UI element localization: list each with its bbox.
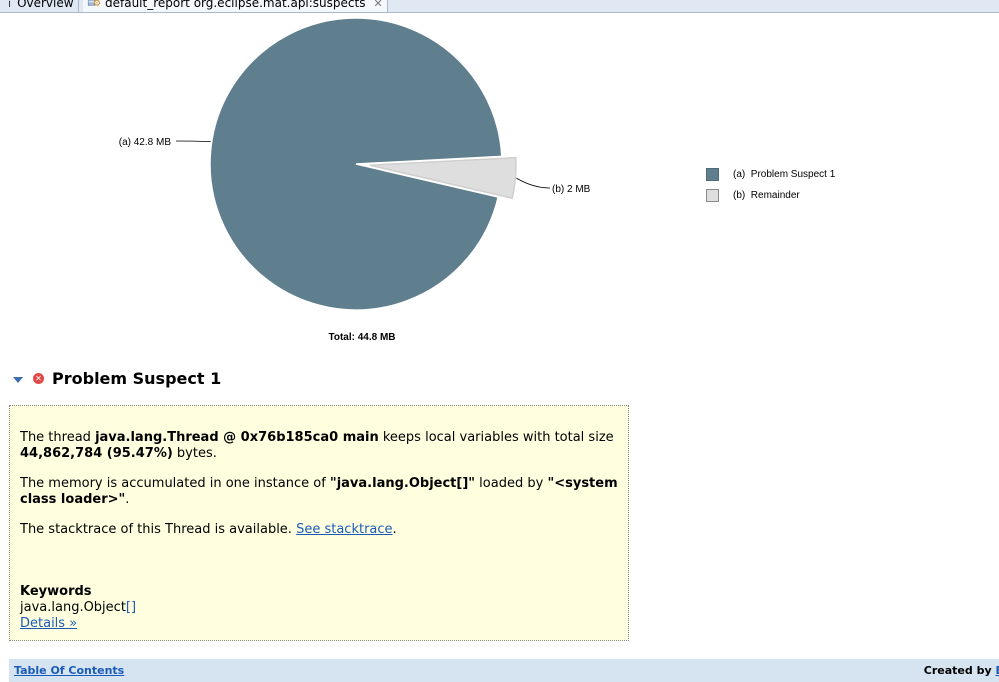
info-icon: i: [8, 0, 12, 10]
pie-total-label: Total: 44.8 MB: [328, 332, 395, 343]
pie-leader-remainder: [516, 177, 551, 189]
collapse-triangle-icon[interactable]: [13, 376, 23, 383]
tab-default-report[interactable]: ▤ ⚙ default_report org.eclipse.mat.api:s…: [83, 0, 388, 12]
thread-paragraph: The thread java.lang.Thread @ 0x76b185ca…: [20, 430, 614, 461]
report-icon: ▤ ⚙: [87, 0, 102, 9]
keyword-item: java.lang.Object[]: [20, 600, 137, 615]
memory-paragraph: The memory is accumulated in one instanc…: [20, 476, 618, 507]
created-by-link[interactable]: E: [995, 664, 999, 677]
retained-size: 44,862,784 (95.47%): [20, 446, 173, 461]
legend-key-b: (b): [733, 190, 746, 201]
section-header: ✕ Problem Suspect 1: [13, 369, 221, 388]
class-name: "java.lang.Object[]": [329, 476, 476, 491]
stacktrace-paragraph: The stacktrace of this Thread is availab…: [20, 522, 397, 537]
pie-legend: (a) Problem Suspect 1 (b) Remainder: [706, 164, 835, 206]
legend-swatch-remainder: [706, 189, 719, 202]
legend-label-remainder: Remainder: [750, 190, 800, 201]
tab-default-report-label: default_report org.eclipse.mat.api:suspe…: [105, 0, 366, 10]
legend-item-suspect: (a) Problem Suspect 1: [706, 164, 835, 185]
table-of-contents-link[interactable]: Table Of Contents: [14, 664, 124, 677]
close-icon[interactable]: ✕: [373, 0, 382, 10]
thread-name: java.lang.Thread @ 0x76b185ca0 main: [95, 430, 379, 445]
see-stacktrace-link[interactable]: See stacktrace: [296, 522, 392, 537]
pie-label-suspect: (a) 42.8 MB: [119, 137, 172, 148]
suspect-description-box: The thread java.lang.Thread @ 0x76b185ca…: [9, 405, 629, 641]
pie-chart: (a) 42.8 MB (b) 2 MB Total: 44.8 MB: [119, 17, 591, 343]
legend-swatch-suspect: [706, 168, 719, 181]
created-by-text: Created by E: [924, 664, 999, 677]
details-link[interactable]: Details »: [20, 616, 618, 632]
error-icon: ✕: [33, 373, 44, 384]
section-title: Problem Suspect 1: [52, 369, 222, 388]
tab-overview[interactable]: i Overview: [0, 0, 79, 12]
pie-leader-suspect: [175, 140, 211, 143]
tab-overview-label: Overview: [17, 0, 74, 10]
legend-key-a: (a): [733, 169, 746, 180]
report-footer: Table Of Contents Created by E: [9, 659, 999, 682]
keywords-title: Keywords: [20, 584, 92, 599]
legend-label-suspect: Problem Suspect 1: [750, 169, 836, 180]
legend-item-remainder: (b) Remainder: [706, 185, 835, 206]
pie-label-remainder: (b) 2 MB: [552, 184, 591, 195]
